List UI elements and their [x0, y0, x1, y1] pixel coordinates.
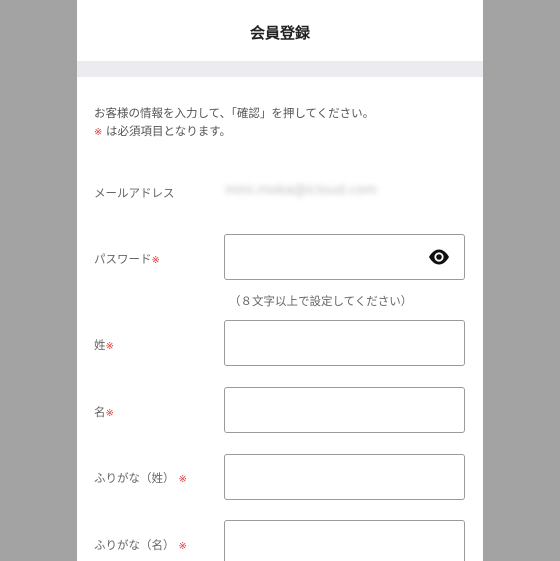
password-label-text: パスワード	[94, 252, 152, 266]
required-mark: ※	[94, 127, 103, 138]
required-mark: ※	[105, 341, 114, 352]
first-name-label-text: 名	[94, 405, 106, 419]
last-name-kana-label-text: ふりがな（姓）	[94, 471, 175, 485]
show-password-eye-icon[interactable]	[428, 248, 450, 266]
required-mark: ※	[105, 408, 114, 419]
required-mark: ※	[178, 541, 187, 552]
password-label: パスワード※	[94, 251, 160, 267]
email-value: mini.moka@icloud.com	[225, 183, 377, 198]
registration-panel: 会員登録 お客様の情報を入力して、「確認」を押してください。 ※ は必須項目とな…	[77, 0, 483, 561]
last-name-label: 姓※	[94, 337, 114, 353]
header-divider-band	[77, 61, 483, 77]
password-input[interactable]	[224, 234, 465, 280]
first-name-label: 名※	[94, 404, 114, 420]
intro-text: お客様の情報を入力して、「確認」を押してください。 ※ は必須項目となります。	[94, 104, 374, 142]
required-mark: ※	[178, 474, 187, 485]
password-hint: （８文字以上で設定してください）	[229, 294, 413, 308]
last-name-kana-input[interactable]	[224, 454, 465, 500]
first-name-kana-label: ふりがな（名） ※	[94, 537, 187, 553]
first-name-kana-label-text: ふりがな（名）	[94, 538, 175, 552]
intro-line-1: お客様の情報を入力して、「確認」を押してください。	[94, 106, 375, 120]
email-label: メールアドレス	[94, 186, 175, 200]
last-name-kana-label: ふりがな（姓） ※	[94, 470, 187, 486]
intro-line-2: ※ は必須項目となります。	[94, 122, 374, 142]
first-name-kana-input[interactable]	[224, 520, 465, 561]
last-name-label-text: 姓	[94, 338, 106, 352]
required-mark: ※	[151, 255, 160, 266]
intro-line-2-text: は必須項目となります。	[106, 124, 232, 138]
first-name-input[interactable]	[224, 387, 465, 433]
last-name-input[interactable]	[224, 320, 465, 366]
page-title: 会員登録	[249, 24, 310, 42]
